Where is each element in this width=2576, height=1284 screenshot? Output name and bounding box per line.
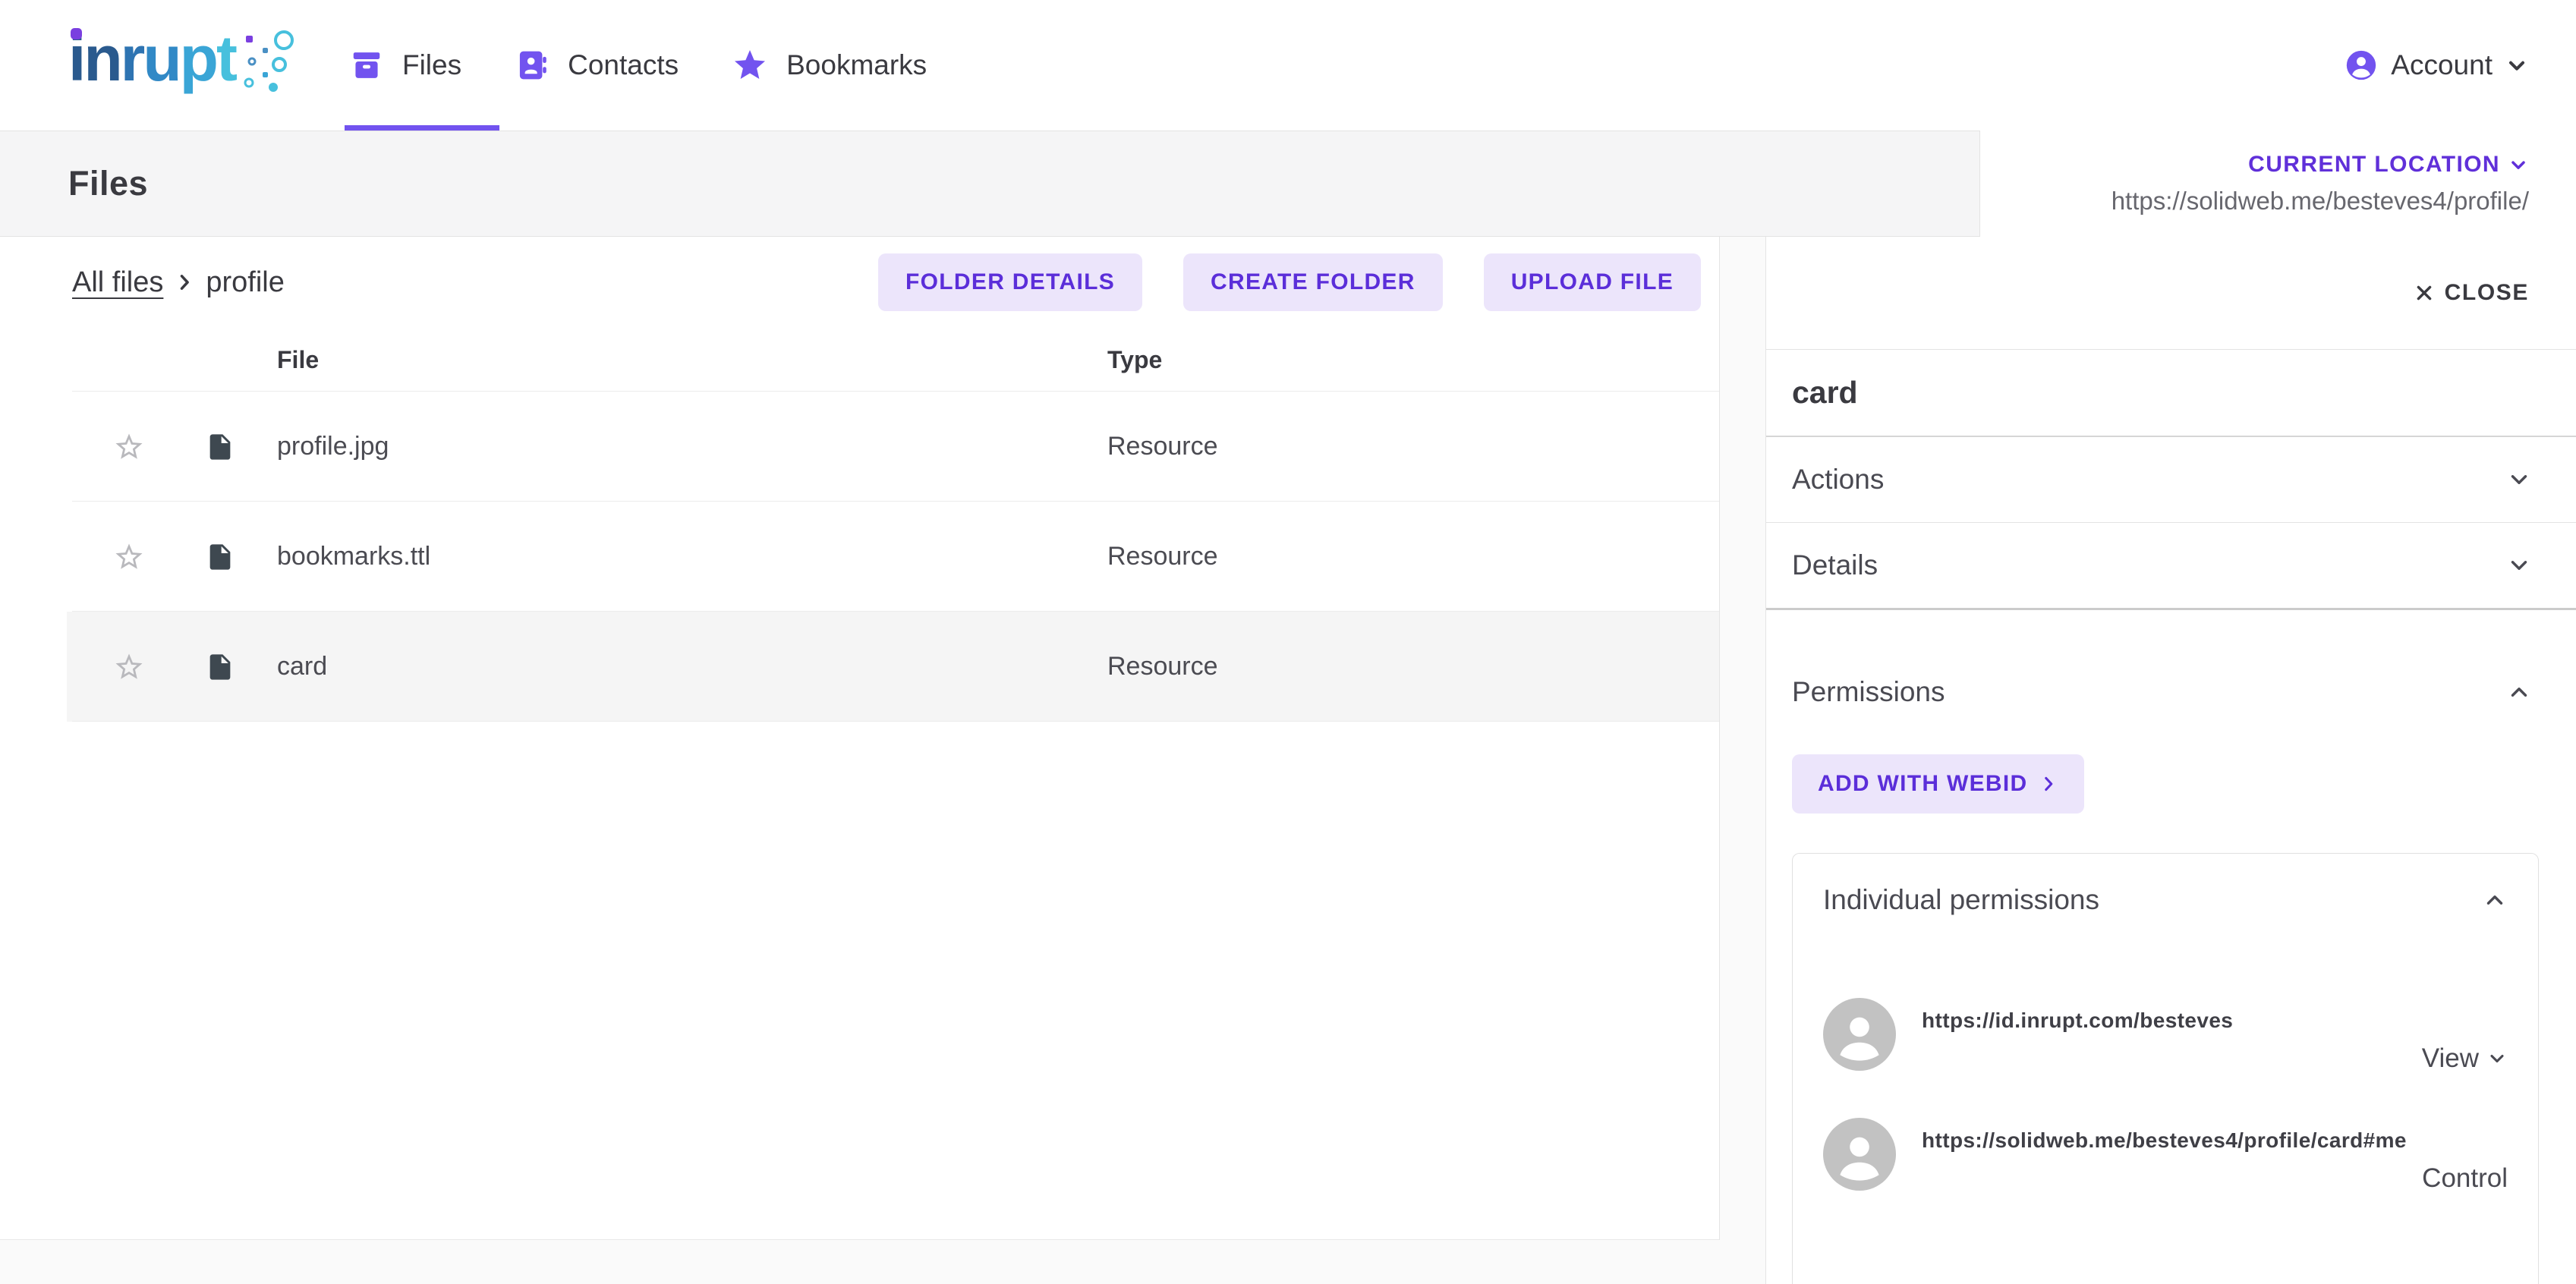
main-nav: Files Contacts Bookmarks	[344, 0, 927, 131]
chevron-down-icon	[2490, 1054, 2504, 1063]
content-gap	[1720, 237, 1765, 1284]
current-location-area: CURRENT LOCATION https://solidweb.me/bes…	[1980, 131, 2576, 237]
file-table-header: File Type	[0, 328, 1719, 392]
account-menu[interactable]: Account	[2344, 48, 2529, 83]
favorite-star-icon[interactable]	[72, 431, 156, 463]
podbrowser-app: inrupt Files Contacts Bookmarks Account …	[0, 0, 2576, 1284]
tab-contacts-label: Contacts	[568, 49, 679, 80]
panel-title-row: card	[1766, 350, 2576, 436]
page-title: Files	[68, 164, 149, 203]
permission-entry: https://solidweb.me/besteves4/profile/ca…	[1823, 1118, 2508, 1194]
tab-files-label: Files	[402, 49, 462, 80]
individual-permissions-box: Individual permissions https://id.inrupt…	[1792, 853, 2539, 1284]
tab-files[interactable]: Files	[344, 0, 500, 131]
access-level-label: View	[2421, 1043, 2479, 1073]
favorite-star-icon[interactable]	[72, 651, 156, 683]
chevron-down-icon	[2511, 475, 2527, 484]
accordion-permissions-label: Permissions	[1792, 676, 1945, 707]
accordion-details[interactable]: Details	[1766, 523, 2576, 608]
breadcrumb-current: profile	[206, 266, 285, 298]
accordion-actions[interactable]: Actions	[1766, 437, 2576, 522]
current-location-dropdown[interactable]: CURRENT LOCATION	[2248, 152, 2529, 178]
file-type: Resource	[1107, 432, 1218, 461]
permission-entry: https://id.inrupt.com/besteves View	[1823, 998, 2508, 1074]
current-location-url: https://solidweb.me/besteves4/profile/	[2111, 187, 2529, 215]
file-table: File Type profile.jpg Resource bookmarks…	[0, 328, 1719, 722]
column-header-type: Type	[1107, 345, 1163, 373]
accordion-permissions[interactable]: Permissions	[1766, 650, 2576, 735]
current-location-label: CURRENT LOCATION	[2248, 152, 2500, 177]
access-level-label: Control	[2422, 1163, 2508, 1193]
column-header-file: File	[277, 345, 320, 373]
inrupt-logo-text: inrupt	[68, 23, 238, 94]
app-header: inrupt Files Contacts Bookmarks Account	[0, 0, 2576, 131]
favorite-star-icon[interactable]	[72, 541, 156, 573]
table-row[interactable]: bookmarks.ttl Resource	[0, 502, 1719, 612]
access-level-static: Control	[2422, 1163, 2508, 1194]
close-label: CLOSE	[2444, 280, 2529, 305]
files-icon	[353, 52, 380, 78]
location-bar: Files CURRENT LOCATION https://solidweb.…	[0, 131, 2576, 237]
upload-file-button[interactable]: UPLOAD FILE	[1483, 253, 1701, 311]
chevron-up-icon	[2486, 895, 2503, 905]
folder-details-button[interactable]: FOLDER DETAILS	[878, 253, 1143, 311]
tab-bookmarks-label: Bookmarks	[786, 49, 927, 80]
toolbar: All files profile FOLDER DETAILS CREATE …	[0, 237, 1719, 311]
file-name: bookmarks.ttl	[277, 542, 431, 571]
accordion-details-label: Details	[1792, 549, 1878, 581]
chevron-down-icon	[2511, 561, 2527, 570]
chevron-right-icon	[2044, 776, 2052, 791]
file-name: card	[277, 652, 328, 681]
permission-webid: https://solidweb.me/besteves4/profile/ca…	[1922, 1128, 2407, 1152]
tab-bookmarks[interactable]: Bookmarks	[732, 0, 927, 131]
breadcrumb: All files profile	[72, 266, 285, 299]
accordion-actions-label: Actions	[1792, 464, 1885, 495]
inrupt-logo[interactable]: inrupt	[68, 27, 307, 104]
resource-details-panel: CLOSE card Actions Details Permissions A…	[1765, 237, 2576, 1284]
close-panel-button[interactable]: CLOSE	[1766, 237, 2576, 349]
table-row[interactable]: profile.jpg Resource	[0, 392, 1719, 502]
avatar	[1823, 998, 1896, 1071]
page-title-bar: Files	[0, 131, 1980, 237]
add-with-webid-label: ADD WITH WEBID	[1818, 771, 2028, 796]
file-icon	[156, 432, 250, 462]
logo-dots-decoration	[244, 30, 294, 92]
breadcrumb-all-files-link[interactable]: All files	[72, 266, 163, 299]
tab-contacts[interactable]: Contacts	[515, 0, 679, 131]
account-label: Account	[2391, 49, 2493, 80]
avatar	[1823, 1118, 1896, 1191]
add-with-webid-button[interactable]: ADD WITH WEBID	[1792, 754, 2084, 814]
table-row-selected[interactable]: card Resource	[0, 612, 1719, 722]
contacts-icon	[519, 51, 546, 80]
individual-permissions-title: Individual permissions	[1823, 884, 2100, 915]
current-location-chevron-down-icon	[2511, 161, 2525, 169]
permission-webid: https://id.inrupt.com/besteves	[1922, 1009, 2234, 1032]
file-name: profile.jpg	[277, 432, 389, 461]
close-icon	[2417, 285, 2431, 301]
bookmarks-star-icon	[735, 50, 766, 79]
breadcrumb-chevron-right-icon	[181, 275, 190, 290]
file-icon	[156, 542, 250, 572]
individual-permissions-header[interactable]: Individual permissions	[1823, 881, 2508, 919]
chevron-up-icon	[2511, 688, 2527, 697]
file-type: Resource	[1107, 542, 1218, 571]
create-folder-button[interactable]: CREATE FOLDER	[1183, 253, 1443, 311]
access-level-dropdown[interactable]: View	[2422, 1043, 2508, 1074]
panel-title: card	[1792, 375, 1858, 410]
account-icon	[2347, 50, 2376, 80]
toolbar-buttons: FOLDER DETAILS CREATE FOLDER UPLOAD FILE	[878, 253, 1701, 311]
file-browser: All files profile FOLDER DETAILS CREATE …	[0, 237, 1720, 1240]
body: All files profile FOLDER DETAILS CREATE …	[0, 237, 2576, 1284]
account-chevron-down-icon	[2509, 61, 2524, 71]
file-type: Resource	[1107, 652, 1218, 681]
file-icon	[156, 652, 250, 682]
